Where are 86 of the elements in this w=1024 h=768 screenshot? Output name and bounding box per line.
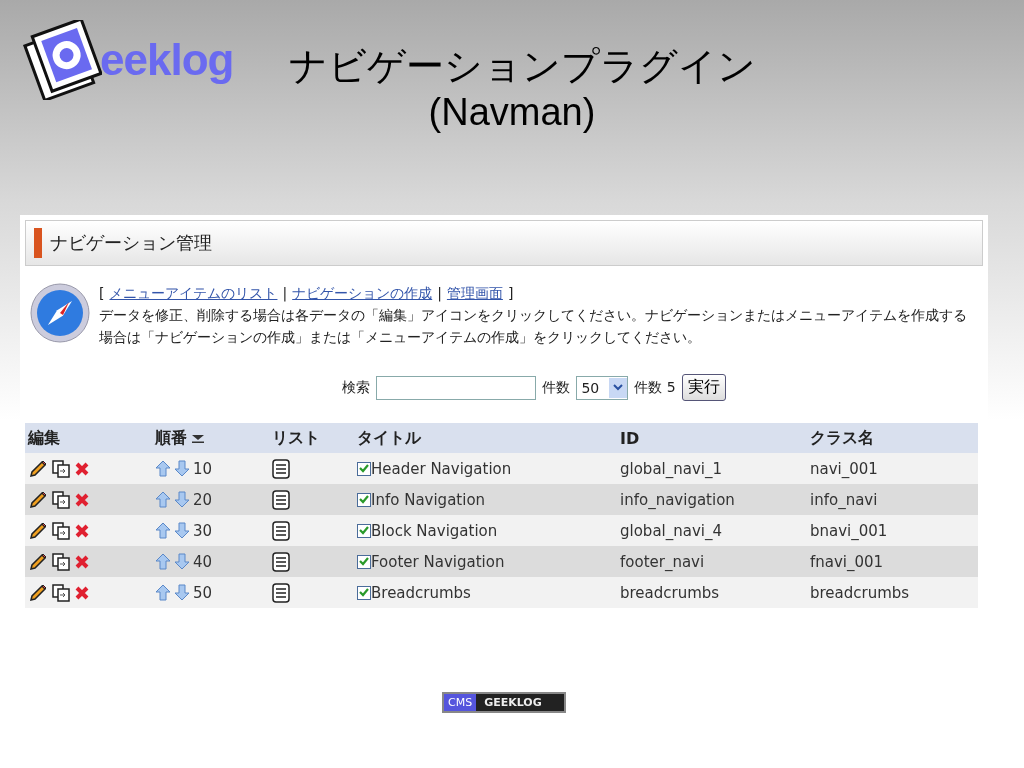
slide-subtitle: (Navman) [428, 89, 596, 135]
move-down-icon[interactable] [174, 584, 190, 601]
order-number: 30 [193, 521, 213, 540]
class-cell: fnavi_001 [810, 552, 884, 571]
list-icon[interactable] [272, 458, 290, 479]
order-number: 40 [193, 552, 213, 571]
dropdown-caret-icon [613, 384, 624, 391]
id-cell: global_navi_4 [620, 521, 723, 540]
delete-icon[interactable] [74, 491, 90, 508]
class-cell: navi_001 [810, 459, 878, 478]
instruction-text: データを修正、削除する場合は各データの「編集」アイコンをクリックしてください。ナビゲーションまたはメニューアイテムを作成する場合は「ナビゲーションの作成」または「メニューアイテムの作成」をクリックしてください。 [99, 306, 968, 347]
order-number: 20 [193, 490, 213, 509]
nav-link[interactable]: ナビゲーションの作成 [292, 282, 433, 304]
logo-text: eeklog [100, 35, 234, 85]
enabled-checkbox[interactable] [357, 554, 371, 569]
class-cell: info_navi [810, 490, 878, 509]
list-icon[interactable] [272, 520, 290, 541]
bracket-text: [ [99, 284, 105, 303]
badge-label: GEEKLOG [476, 694, 564, 711]
compass-icon [29, 282, 91, 344]
enabled-checkbox[interactable] [357, 585, 371, 600]
id-cell: footer_navi [620, 552, 705, 571]
move-down-icon[interactable] [174, 553, 190, 570]
move-down-icon[interactable] [174, 491, 190, 508]
badge-label: CMS [444, 694, 477, 711]
title-cell: Block Navigation [371, 521, 498, 540]
copy-icon[interactable] [51, 520, 71, 541]
class-cell: bnavi_001 [810, 521, 888, 540]
pencil-icon[interactable] [28, 489, 48, 510]
id-cell: breadcrumbs [620, 583, 720, 602]
order-number: 10 [193, 459, 213, 478]
delete-icon[interactable] [74, 584, 90, 601]
search-label: 検索 [342, 378, 371, 397]
count-text: 件数 5 [634, 378, 676, 397]
execute-button[interactable]: 実行 [681, 374, 726, 401]
move-up-icon[interactable] [155, 522, 171, 539]
column-header: ID [620, 428, 640, 448]
column-header[interactable]: 順番 [155, 427, 187, 449]
accent-bar [34, 228, 42, 258]
slide-title: ナビゲーションプラグイン [288, 44, 756, 89]
title-cell: Breadcrumbs [371, 583, 471, 602]
list-icon[interactable] [272, 551, 290, 572]
pencil-icon[interactable] [28, 551, 48, 572]
id-cell: global_navi_1 [620, 459, 723, 478]
copy-icon[interactable] [51, 582, 71, 603]
title-cell: Header Navigation [371, 459, 512, 478]
class-cell: breadcrumbs [810, 583, 910, 602]
column-header: タイトル [357, 427, 421, 449]
pencil-icon[interactable] [28, 520, 48, 541]
title-cell: Info Navigation [371, 490, 486, 509]
pencil-icon[interactable] [28, 582, 48, 603]
separator-text: | [282, 284, 288, 304]
column-header: 編集 [28, 427, 60, 449]
enabled-checkbox[interactable] [357, 492, 371, 507]
copy-icon[interactable] [51, 551, 71, 572]
nav-link[interactable]: 管理画面 [446, 282, 503, 304]
order-number: 50 [193, 583, 213, 602]
column-header: リスト [272, 427, 320, 449]
enabled-checkbox[interactable] [357, 461, 371, 476]
list-icon[interactable] [272, 489, 290, 510]
move-up-icon[interactable] [155, 584, 171, 601]
pencil-icon[interactable] [28, 458, 48, 479]
id-cell: info_navigation [620, 490, 735, 509]
move-up-icon[interactable] [155, 491, 171, 508]
column-header: クラス名 [810, 427, 874, 449]
delete-icon[interactable] [74, 553, 90, 570]
logo-papers-icon [22, 20, 102, 100]
search-field[interactable] [376, 375, 537, 400]
delete-icon[interactable] [74, 460, 90, 477]
move-down-icon[interactable] [174, 460, 190, 477]
copy-icon[interactable] [51, 489, 71, 510]
bracket-text: ] [507, 284, 514, 303]
move-up-icon[interactable] [155, 553, 171, 570]
list-icon[interactable] [272, 582, 290, 603]
enabled-checkbox[interactable] [357, 523, 371, 538]
copy-icon[interactable] [51, 458, 71, 479]
title-cell: Footer Navigation [371, 552, 505, 571]
limit-select[interactable]: 50 [576, 375, 629, 400]
move-down-icon[interactable] [174, 522, 190, 539]
delete-icon[interactable] [74, 522, 90, 539]
limit-label: 件数 [542, 378, 571, 397]
nav-link[interactable]: メニューアイテムのリスト [109, 282, 278, 304]
separator-text: | [437, 284, 442, 304]
sort-descending-icon[interactable] [191, 433, 205, 443]
move-up-icon[interactable] [155, 460, 171, 477]
panel-heading: ナビゲーション管理 [50, 231, 212, 255]
